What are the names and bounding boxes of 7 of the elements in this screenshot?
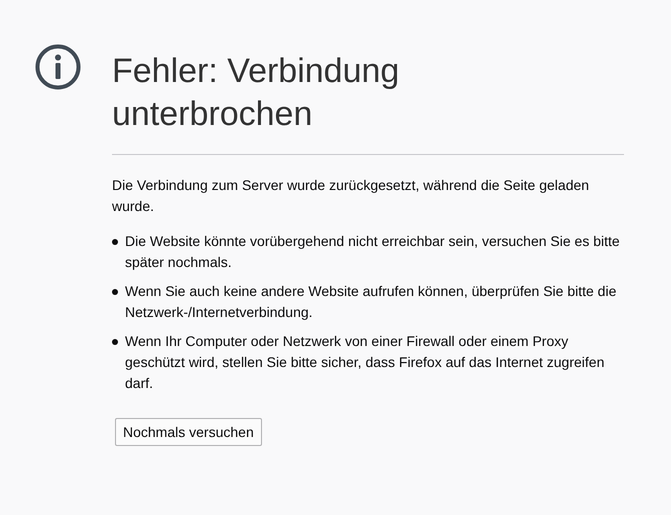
error-title: Fehler: Verbindung unterbrochen bbox=[112, 51, 400, 135]
hint-text: Die Website könnte vorübergehend nicht erreichbar sein, versuchen Sie es bitte später nochmals. bbox=[125, 232, 621, 272]
retry-button[interactable]: Nochmals versuchen bbox=[115, 418, 262, 446]
hint-text: Wenn Ihr Computer oder Netzwerk von einer Firewall oder einem Proxy geschützt wird, stellen Sie bitte sicher, dass Firefox auf das Internet zugreifen darf. bbox=[125, 332, 606, 393]
hint-text: Wenn Sie auch keine andere Website aufrufen können, überprüfen Sie bitte die Netzwerk-/Internetverbindung. bbox=[125, 282, 618, 322]
info-icon bbox=[35, 44, 81, 90]
error-description: Die Verbindung zum Server wurde zurückgesetzt, während die Seite geladen wurde. bbox=[112, 176, 590, 216]
